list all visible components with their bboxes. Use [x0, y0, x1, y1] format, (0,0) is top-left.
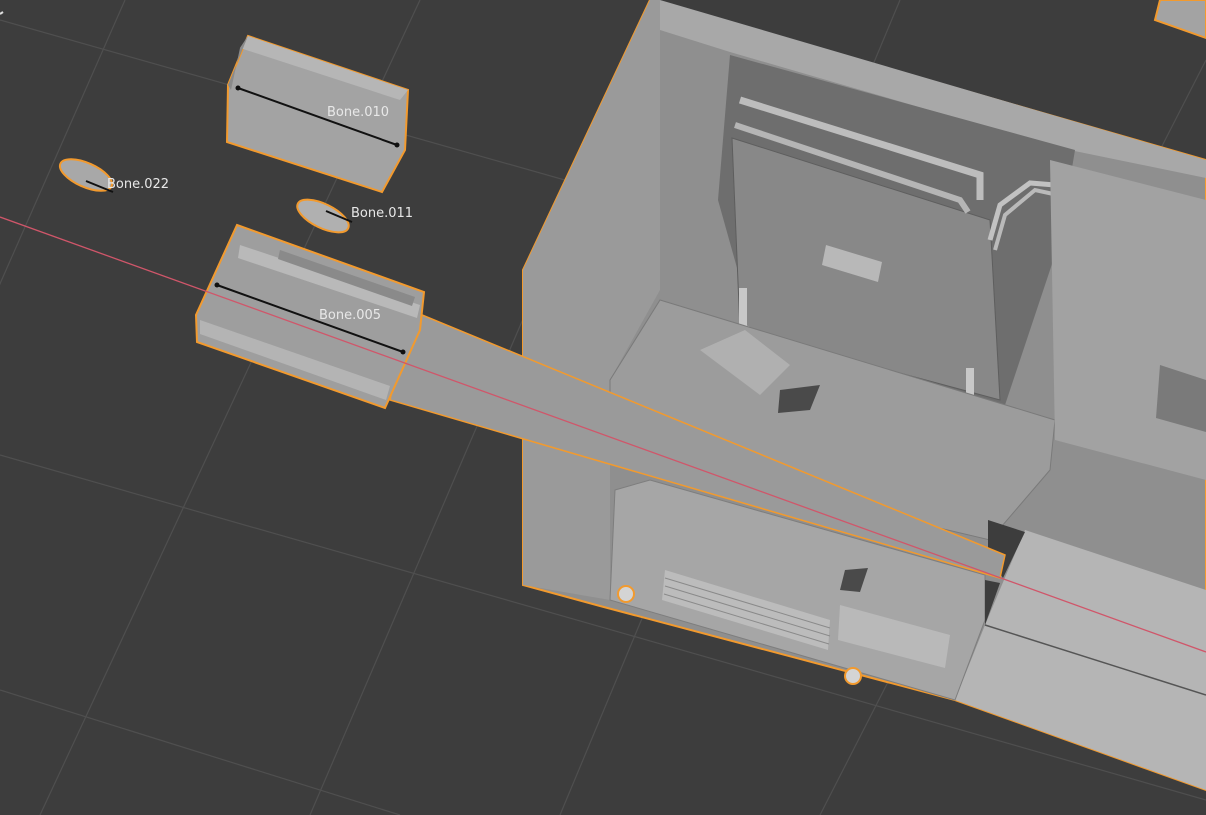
3d-viewport[interactable]: Bone.010 Bone.022 Bone.011 Bone.005: [0, 0, 1206, 815]
bone-010-tail: [394, 142, 400, 148]
bone-005-tail: [400, 349, 406, 355]
machine-nozzle: [739, 288, 747, 330]
bone-label-005[interactable]: Bone.005: [319, 308, 381, 323]
machine-foot: [617, 585, 635, 603]
bone-label-011[interactable]: Bone.011: [351, 206, 413, 221]
bone-label-010[interactable]: Bone.010: [327, 105, 389, 120]
bone-label-022[interactable]: Bone.022: [107, 177, 169, 192]
bone-005-head: [214, 282, 220, 288]
machine-foot: [844, 667, 862, 685]
bone-010-head: [235, 85, 241, 91]
machine-right-face: [1050, 160, 1206, 480]
